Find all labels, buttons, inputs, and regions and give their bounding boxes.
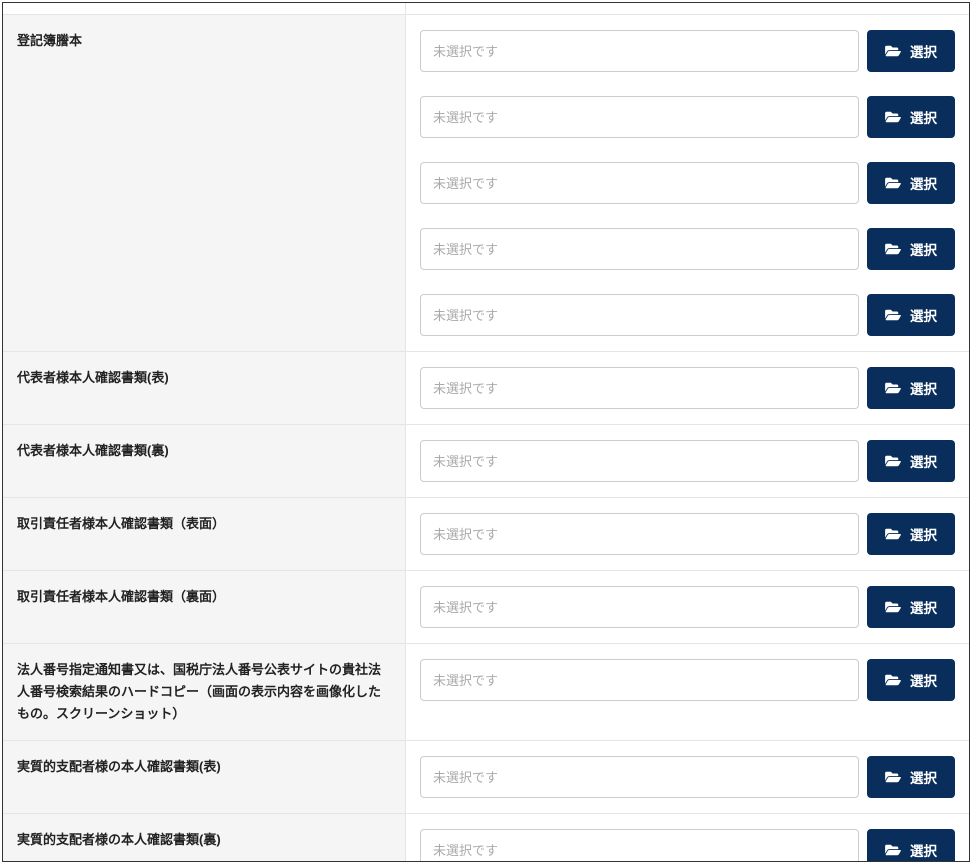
select-button[interactable]: 選択 xyxy=(867,586,955,628)
folder-open-icon xyxy=(885,44,901,58)
select-button[interactable]: 選択 xyxy=(867,367,955,409)
select-button[interactable]: 選択 xyxy=(867,659,955,701)
file-slot: 未選択です 選択 xyxy=(420,96,955,138)
select-button-label: 選択 xyxy=(910,107,937,127)
form-row: 取引責任者様本人確認書類（表面） 未選択です 選択 xyxy=(3,498,969,571)
folder-open-icon xyxy=(885,673,901,687)
file-input[interactable]: 未選択です xyxy=(420,513,859,555)
form-row: 代表者様本人確認書類(表) 未選択です 選択 xyxy=(3,352,969,425)
file-slot: 未選択です 選択 xyxy=(420,586,955,628)
file-input[interactable]: 未選択です xyxy=(420,586,859,628)
folder-open-icon xyxy=(885,843,901,857)
file-slot: 未選択です 選択 xyxy=(420,756,955,798)
select-button-label: 選択 xyxy=(910,41,937,61)
folder-open-icon xyxy=(885,110,901,124)
form-row: 実質的支配者様の本人確認書類(裏) 未選択です 選択 xyxy=(3,814,969,862)
row-label: 代表者様本人確認書類(裏) xyxy=(3,425,406,497)
row-label: 登記簿謄本 xyxy=(3,15,406,351)
select-button[interactable]: 選択 xyxy=(867,756,955,798)
form-row: 登記簿謄本未選択です選択未選択です選択未選択です選択未選択です選択未選択です選択 xyxy=(3,15,969,352)
row-label: 実質的支配者様の本人確認書類(表) xyxy=(3,741,406,813)
form-row: 取引責任者様本人確認書類（裏面） 未選択です 選択 xyxy=(3,571,969,644)
folder-open-icon xyxy=(885,308,901,322)
row-value: 未選択です 選択 xyxy=(406,498,969,570)
select-button[interactable]: 選択 xyxy=(867,228,955,270)
select-button-label: 選択 xyxy=(910,840,937,860)
file-slot: 未選択です 選択 xyxy=(420,659,955,701)
row-value: 未選択です選択未選択です選択未選択です選択未選択です選択未選択です選択 xyxy=(406,15,969,351)
row-label: 取引責任者様本人確認書類（表面） xyxy=(3,498,406,570)
row-value: 未選択です 選択 xyxy=(406,814,969,862)
folder-open-icon xyxy=(885,600,901,614)
file-input[interactable]: 未選択です xyxy=(420,162,859,204)
file-input[interactable]: 未選択です xyxy=(420,440,859,482)
row-label: 代表者様本人確認書類(表) xyxy=(3,352,406,424)
row-value: 未選択です 選択 xyxy=(406,425,969,497)
form-row: 法人番号指定通知書又は、国税庁法人番号公表サイトの貴社法人番号検索結果のハードコ… xyxy=(3,644,969,741)
folder-open-icon xyxy=(885,242,901,256)
select-button-label: 選択 xyxy=(910,173,937,193)
file-slot: 未選択です 選択 xyxy=(420,294,955,336)
row-value: 未選択です 選択 xyxy=(406,741,969,813)
row-value: 未選択です 選択 xyxy=(406,644,969,740)
file-slot: 未選択です 選択 xyxy=(420,228,955,270)
select-button[interactable]: 選択 xyxy=(867,440,955,482)
file-slot: 未選択です 選択 xyxy=(420,829,955,862)
row-value: 未選択です 選択 xyxy=(406,571,969,643)
file-input[interactable]: 未選択です xyxy=(420,30,859,72)
file-slot: 未選択です 選択 xyxy=(420,162,955,204)
select-button-label: 選択 xyxy=(910,239,937,259)
select-button-label: 選択 xyxy=(910,767,937,787)
select-button[interactable]: 選択 xyxy=(867,294,955,336)
select-button[interactable]: 選択 xyxy=(867,162,955,204)
file-input[interactable]: 未選択です xyxy=(420,228,859,270)
file-slot: 未選択です 選択 xyxy=(420,367,955,409)
form-row: 実質的支配者様の本人確認書類(表) 未選択です 選択 xyxy=(3,741,969,814)
file-input[interactable]: 未選択です xyxy=(420,96,859,138)
select-button[interactable]: 選択 xyxy=(867,30,955,72)
select-button-label: 選択 xyxy=(910,524,937,544)
folder-open-icon xyxy=(885,770,901,784)
file-input[interactable]: 未選択です xyxy=(420,756,859,798)
select-button-label: 選択 xyxy=(910,305,937,325)
file-input[interactable]: 未選択です xyxy=(420,367,859,409)
file-slot: 未選択です 選択 xyxy=(420,30,955,72)
file-input[interactable]: 未選択です xyxy=(420,659,859,701)
top-divider xyxy=(3,3,969,15)
select-button-label: 選択 xyxy=(910,670,937,690)
form-row: 代表者様本人確認書類(裏) 未選択です 選択 xyxy=(3,425,969,498)
select-button[interactable]: 選択 xyxy=(867,513,955,555)
folder-open-icon xyxy=(885,381,901,395)
select-button[interactable]: 選択 xyxy=(867,829,955,862)
row-label: 法人番号指定通知書又は、国税庁法人番号公表サイトの貴社法人番号検索結果のハードコ… xyxy=(3,644,406,740)
row-value: 未選択です 選択 xyxy=(406,352,969,424)
file-slot: 未選択です 選択 xyxy=(420,513,955,555)
file-slot: 未選択です 選択 xyxy=(420,440,955,482)
file-input[interactable]: 未選択です xyxy=(420,294,859,336)
row-label: 取引責任者様本人確認書類（裏面） xyxy=(3,571,406,643)
file-input[interactable]: 未選択です xyxy=(420,829,859,862)
select-button-label: 選択 xyxy=(910,378,937,398)
folder-open-icon xyxy=(885,454,901,468)
folder-open-icon xyxy=(885,527,901,541)
select-button-label: 選択 xyxy=(910,451,937,471)
folder-open-icon xyxy=(885,176,901,190)
select-button-label: 選択 xyxy=(910,597,937,617)
select-button[interactable]: 選択 xyxy=(867,96,955,138)
row-label: 実質的支配者様の本人確認書類(裏) xyxy=(3,814,406,862)
